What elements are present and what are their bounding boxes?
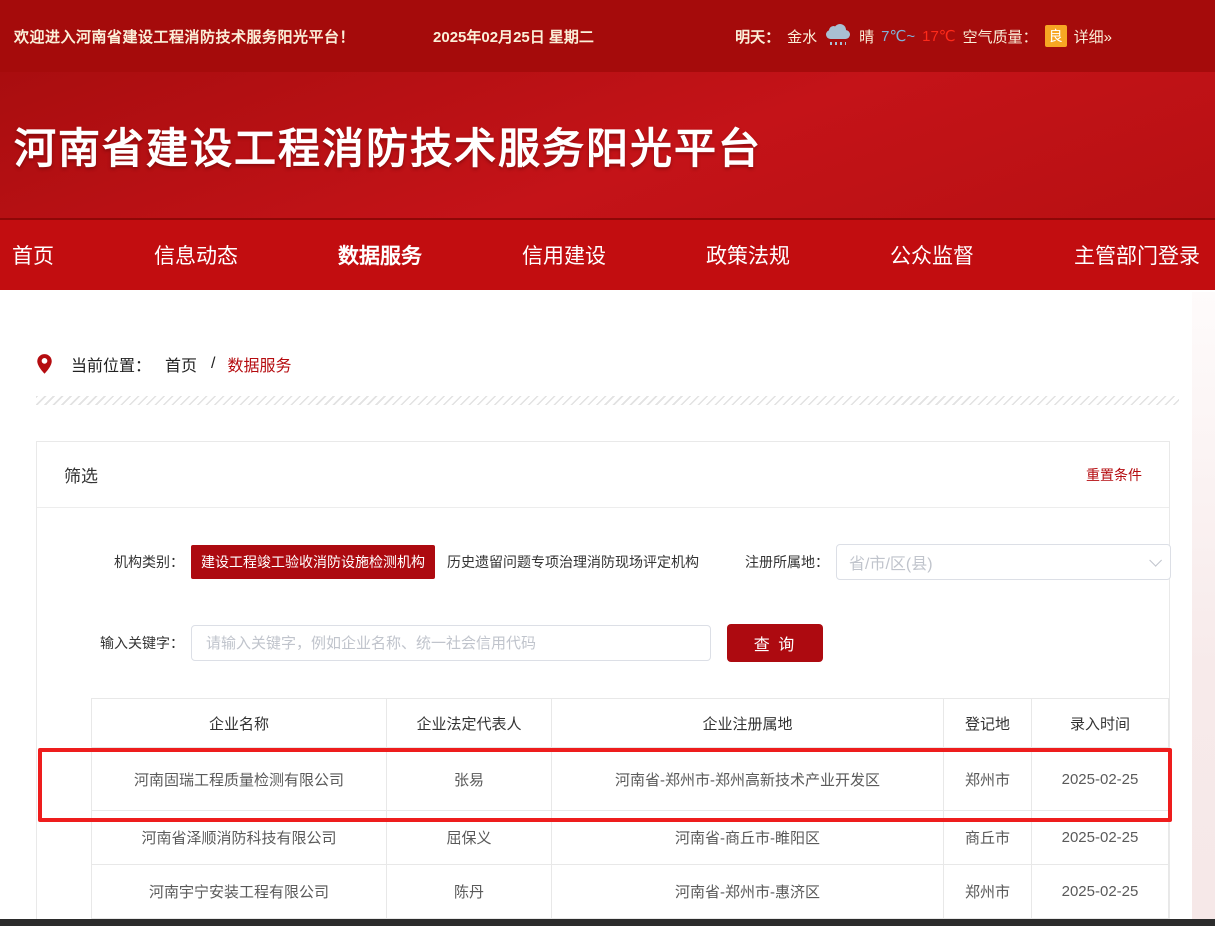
cell-entry-date: 2025-02-25	[1032, 865, 1169, 919]
cell-registered-location: 河南省-商丘市-睢阳区	[552, 811, 944, 865]
table-header-row: 企业名称 企业法定代表人 企业注册属地 登记地 录入时间	[92, 699, 1169, 748]
nav-item-supervision[interactable]: 公众监督	[890, 240, 974, 270]
filter-panel-body: 机构类别： 建设工程竣工验收消防设施检测机构 历史遗留问题专项治理消防现场评定机…	[37, 508, 1169, 919]
weather-condition: 晴	[859, 26, 874, 47]
region-select[interactable]: 省/市/区(县)	[836, 544, 1171, 580]
breadcrumb-current-link[interactable]: 数据服务	[227, 352, 291, 376]
results-table: 企业名称 企业法定代表人 企业注册属地 登记地 录入时间 河南固瑞工程质量检测有…	[91, 698, 1169, 919]
breadcrumb-home-link[interactable]: 首页	[165, 352, 197, 376]
weather-district: 金水	[787, 26, 817, 47]
weather-detail-link[interactable]: 详细»	[1074, 26, 1112, 47]
cell-registration-place: 郑州市	[944, 748, 1032, 811]
col-company-name: 企业名称	[92, 699, 387, 748]
weather-widget: 明天： 金水 晴 7℃~ 17℃ 空气质量： 良 详细»	[735, 25, 1112, 47]
category-label: 机构类别：	[64, 552, 191, 572]
cell-registration-place: 商丘市	[944, 811, 1032, 865]
cell-entry-date: 2025-02-25	[1032, 748, 1169, 811]
weather-tomorrow-label: 明天：	[735, 26, 780, 47]
col-registration-place: 登记地	[944, 699, 1032, 748]
col-registered-location: 企业注册属地	[552, 699, 944, 748]
primary-nav: 首页 信息动态 数据服务 信用建设 政策法规 公众监督 主管部门登录	[0, 218, 1215, 290]
air-quality-label: 空气质量：	[963, 26, 1038, 47]
location-pin-icon	[36, 353, 53, 375]
results-table-wrap: 企业名称 企业法定代表人 企业注册属地 登记地 录入时间 河南固瑞工程质量检测有…	[91, 698, 1115, 919]
footer-bar	[0, 919, 1215, 926]
region-label: 注册所属地：	[709, 552, 836, 572]
cell-company-name: 河南宇宁安装工程有限公司	[92, 865, 387, 919]
category-option-inspection-agency[interactable]: 建设工程竣工验收消防设施检测机构	[191, 545, 435, 579]
keyword-input[interactable]	[191, 625, 711, 661]
cell-registered-location: 河南省-郑州市-郑州高新技术产业开发区	[552, 748, 944, 811]
temp-high: 17℃	[922, 27, 956, 45]
cell-registration-place: 郑州市	[944, 865, 1032, 919]
region-filter-group: 注册所属地： 省/市/区(县)	[709, 544, 1171, 580]
nav-item-news[interactable]: 信息动态	[154, 240, 238, 270]
category-option-legacy-assessment-agency[interactable]: 历史遗留问题专项治理消防现场评定机构	[437, 545, 709, 579]
top-utility-bar: 欢迎进入河南省建设工程消防技术服务阳光平台！ 2025年02月25日 星期二 明…	[0, 0, 1215, 72]
col-legal-representative: 企业法定代表人	[387, 699, 552, 748]
slash-divider	[36, 396, 1179, 405]
chevron-down-icon	[1149, 554, 1162, 567]
cell-legal-representative: 陈丹	[387, 865, 552, 919]
cell-entry-date: 2025-02-25	[1032, 811, 1169, 865]
air-quality-badge: 良	[1045, 25, 1067, 47]
table-row-highlighted[interactable]: 河南固瑞工程质量检测有限公司 张易 河南省-郑州市-郑州高新技术产业开发区 郑州…	[92, 748, 1169, 811]
cell-company-name: 河南固瑞工程质量检测有限公司	[92, 748, 387, 811]
category-filter-row: 机构类别： 建设工程竣工验收消防设施检测机构 历史遗留问题专项治理消防现场评定机…	[64, 544, 1142, 580]
breadcrumb-label: 当前位置：	[71, 352, 151, 376]
nav-item-credit[interactable]: 信用建设	[522, 240, 606, 270]
date-text: 2025年02月25日 星期二	[433, 26, 594, 47]
region-select-placeholder: 省/市/区(县)	[849, 550, 1149, 574]
filter-panel-header: 筛选 重置条件	[37, 442, 1169, 508]
cell-company-name: 河南省泽顺消防科技有限公司	[92, 811, 387, 865]
site-title: 河南省建设工程消防技术服务阳光平台	[14, 115, 762, 176]
breadcrumb-separator: /	[211, 355, 215, 373]
right-edge-strip	[1192, 292, 1215, 919]
search-button[interactable]: 查 询	[727, 624, 823, 662]
temp-low: 7℃~	[881, 27, 915, 45]
welcome-text: 欢迎进入河南省建设工程消防技术服务阳光平台！	[14, 26, 355, 47]
cell-registered-location: 河南省-郑州市-惠济区	[552, 865, 944, 919]
reset-filters-link[interactable]: 重置条件	[1086, 465, 1142, 485]
nav-item-policy[interactable]: 政策法规	[706, 240, 790, 270]
filter-panel: 筛选 重置条件 机构类别： 建设工程竣工验收消防设施检测机构 历史遗留问题专项治…	[36, 441, 1170, 920]
nav-item-home[interactable]: 首页	[12, 240, 54, 270]
nav-item-data-service[interactable]: 数据服务	[338, 240, 422, 270]
filter-title: 筛选	[64, 462, 98, 487]
cell-legal-representative: 张易	[387, 748, 552, 811]
keyword-label: 输入关键字：	[64, 633, 191, 653]
keyword-filter-row: 输入关键字： 查 询	[64, 624, 1142, 662]
nav-item-admin-login[interactable]: 主管部门登录	[1074, 240, 1200, 270]
table-row[interactable]: 河南省泽顺消防科技有限公司 屈保义 河南省-商丘市-睢阳区 商丘市 2025-0…	[92, 811, 1169, 865]
cell-legal-representative: 屈保义	[387, 811, 552, 865]
breadcrumb: 当前位置： 首页 / 数据服务	[36, 352, 1215, 376]
table-row[interactable]: 河南宇宁安装工程有限公司 陈丹 河南省-郑州市-惠济区 郑州市 2025-02-…	[92, 865, 1169, 919]
site-masthead: 河南省建设工程消防技术服务阳光平台	[0, 72, 1215, 218]
col-entry-date: 录入时间	[1032, 699, 1169, 748]
cloud-drizzle-icon	[824, 28, 852, 44]
